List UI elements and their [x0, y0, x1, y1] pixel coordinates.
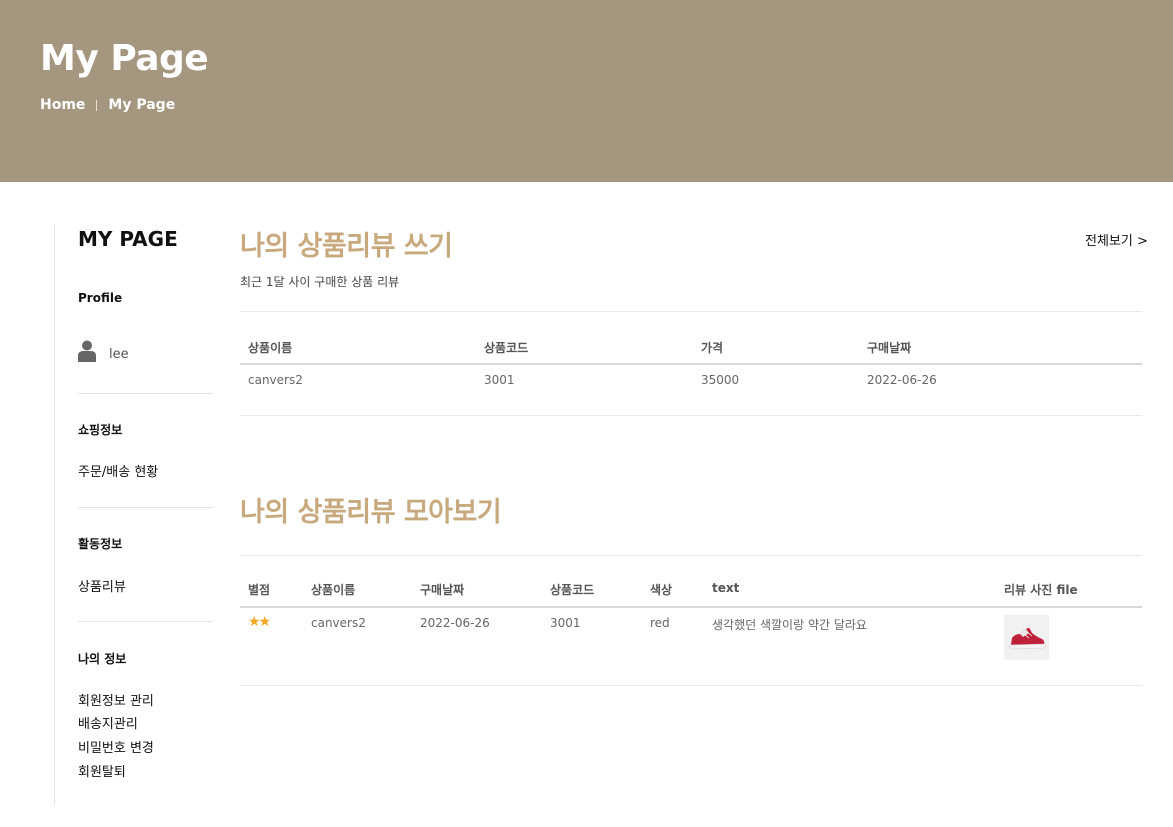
cell-price: 35000 — [701, 373, 740, 387]
red-sneaker-icon — [1009, 628, 1046, 650]
user-name: lee — [109, 347, 129, 362]
column-header-purchase-date: 구매날짜 — [867, 341, 912, 355]
profile-heading: Profile — [78, 291, 123, 305]
sidebar-item-member-info[interactable]: 회원정보 관리 — [78, 690, 154, 709]
star-rating: ★★ — [248, 614, 271, 630]
cell-product-name: canvers2 — [248, 373, 303, 387]
activity-info-heading: 활동정보 — [78, 537, 123, 551]
column-header-text: text — [712, 581, 740, 595]
divider — [240, 415, 1142, 416]
cell-product-code: 3001 — [550, 616, 581, 630]
breadcrumb: Home My Page — [40, 97, 175, 113]
breadcrumb-home-link[interactable]: Home — [40, 97, 85, 113]
column-header-rating: 별점 — [248, 583, 271, 597]
divider — [240, 555, 1142, 556]
table-header-divider — [240, 363, 1142, 365]
page-title: My Page — [40, 38, 209, 79]
page-header: My Page Home My Page — [0, 0, 1173, 182]
cell-purchase-date: 2022-06-26 — [867, 373, 937, 387]
column-header-color: 색상 — [650, 583, 673, 597]
sidebar-item-product-review[interactable]: 상품리뷰 — [78, 576, 126, 595]
my-info-heading: 나의 정보 — [78, 652, 127, 666]
view-all-link[interactable]: 전체보기 > — [1085, 230, 1148, 249]
column-header-purchase-date: 구매날짜 — [420, 583, 465, 597]
sidebar-divider — [78, 393, 213, 394]
cell-product-code: 3001 — [484, 373, 515, 387]
review-list-title: 나의 상품리뷰 모아보기 — [240, 497, 502, 528]
divider — [240, 685, 1142, 686]
column-header-review-photo: 리뷰 사진 file — [1004, 583, 1078, 597]
column-header-product-code: 상품코드 — [550, 583, 595, 597]
breadcrumb-separator — [96, 99, 98, 111]
sidebar-divider — [78, 621, 213, 622]
write-review-title: 나의 상품리뷰 쓰기 — [240, 231, 453, 262]
column-header-product-name: 상품이름 — [248, 341, 293, 355]
column-header-product-name: 상품이름 — [311, 583, 356, 597]
sidebar-divider — [78, 507, 213, 508]
divider — [240, 311, 1142, 312]
sidebar-item-shipping-address[interactable]: 배송지관리 — [78, 713, 138, 732]
sidebar-title: MY PAGE — [78, 227, 178, 251]
sidebar-item-withdraw[interactable]: 회원탈퇴 — [78, 761, 126, 780]
column-header-price: 가격 — [701, 341, 724, 355]
write-review-subtitle: 최근 1달 사이 구매한 상품 리뷰 — [240, 275, 400, 289]
cell-review-text: 생각했던 색깔이랑 약간 달라요 — [712, 618, 867, 632]
review-photo-thumbnail[interactable] — [1004, 615, 1049, 660]
sidebar: MY PAGE Profile lee 쇼핑정보 주문/배송 현황 활동정보 상… — [54, 225, 214, 805]
breadcrumb-current-link[interactable]: My Page — [108, 97, 175, 113]
cell-color: red — [650, 616, 670, 630]
cell-purchase-date: 2022-06-26 — [420, 616, 490, 630]
cell-product-name: canvers2 — [311, 616, 366, 630]
sidebar-item-change-password[interactable]: 비밀번호 변경 — [78, 737, 154, 756]
sidebar-item-order-status[interactable]: 주문/배송 현황 — [78, 461, 158, 480]
column-header-product-code: 상품코드 — [484, 341, 529, 355]
table-header-divider — [240, 606, 1142, 608]
user-icon — [78, 340, 96, 362]
shopping-info-heading: 쇼핑정보 — [78, 423, 123, 437]
